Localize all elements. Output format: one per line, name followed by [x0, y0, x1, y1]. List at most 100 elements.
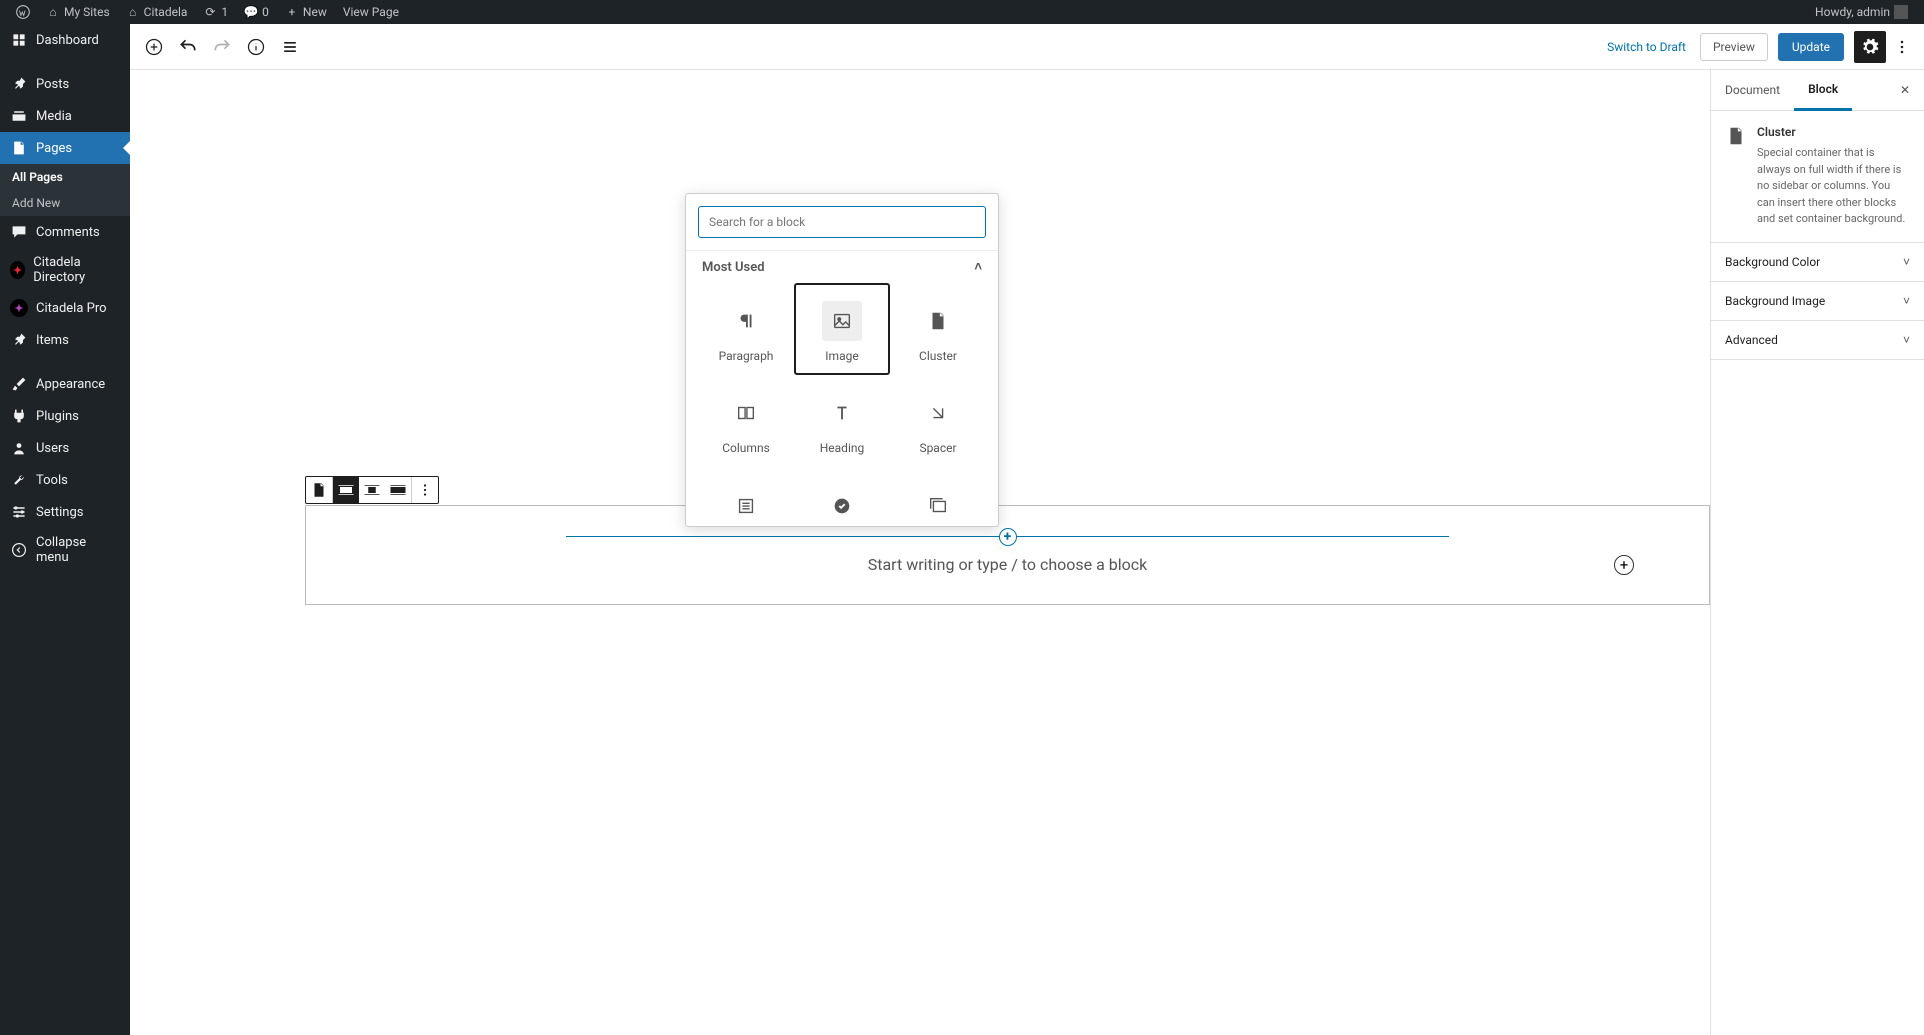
block-dir-items-list[interactable]: Directory Items List	[698, 468, 794, 526]
mysites-label: My Sites	[64, 5, 110, 19]
menu-dashboard[interactable]: Dashboard	[0, 24, 130, 56]
menu-posts[interactable]: Posts	[0, 68, 130, 100]
gallery-icon	[918, 486, 958, 526]
menu-tools[interactable]: Tools	[0, 464, 130, 496]
media-icon	[10, 107, 28, 125]
dashboard-icon	[10, 31, 28, 49]
pin-icon	[10, 75, 28, 93]
block-more-button[interactable]	[412, 477, 438, 503]
block-service[interactable]: Service	[794, 468, 890, 526]
howdy-link[interactable]: Howdy, admin	[1807, 0, 1916, 24]
wp-logo[interactable]	[8, 0, 38, 24]
block-toolbar	[305, 476, 439, 504]
cluster-block[interactable]: + Start writing or type / to choose a bl…	[305, 505, 1710, 605]
comments-count: 0	[262, 5, 269, 19]
cluster-icon	[1725, 125, 1747, 147]
menu-label: Appearance	[36, 377, 105, 392]
view-page-link[interactable]: View Page	[335, 0, 407, 24]
avatar	[1894, 5, 1908, 19]
outline-button[interactable]	[274, 31, 306, 63]
mysites-link[interactable]: ⌂ My Sites	[38, 0, 118, 24]
menu-plugins[interactable]: Plugins	[0, 400, 130, 432]
chevron-down-icon: ˅	[1903, 333, 1910, 347]
block-type-button[interactable]	[306, 477, 332, 503]
menu-media[interactable]: Media	[0, 100, 130, 132]
menu-appearance[interactable]: Appearance	[0, 368, 130, 400]
columns-icon	[726, 393, 766, 433]
block-gallery[interactable]: Gallery	[890, 468, 986, 526]
align-full-button[interactable]	[385, 477, 411, 503]
editor-canvas[interactable]: + Start writing or type / to choose a bl…	[130, 70, 1710, 1035]
sliders-icon	[10, 503, 28, 521]
howdy-label: Howdy, admin	[1815, 5, 1890, 19]
switch-to-draft-button[interactable]: Switch to Draft	[1595, 40, 1698, 54]
new-link[interactable]: +New	[277, 0, 335, 24]
insert-block-button[interactable]: +	[999, 528, 1017, 546]
site-link[interactable]: ⌂Citadela	[118, 0, 196, 24]
block-image[interactable]: Image	[794, 283, 890, 375]
menu-label: Posts	[36, 77, 69, 92]
undo-button[interactable]	[172, 31, 204, 63]
menu-citadela-pro[interactable]: ✦Citadela Pro	[0, 292, 130, 324]
panel-background-image[interactable]: Background Image˅	[1711, 282, 1924, 321]
menu-pages[interactable]: Pages	[0, 132, 130, 164]
panel-background-color[interactable]: Background Color˅	[1711, 243, 1924, 282]
heading-icon	[822, 393, 862, 433]
menu-items[interactable]: Items	[0, 324, 130, 356]
menu-label: Settings	[36, 505, 83, 520]
house-icon: ⌂	[46, 5, 60, 19]
updates-count: 1	[221, 5, 228, 19]
collapse-icon	[10, 541, 28, 559]
menu-label: Items	[36, 333, 69, 348]
category-most-used[interactable]: Most Used ˄	[698, 251, 986, 283]
more-options-button[interactable]	[1888, 31, 1916, 63]
update-button[interactable]: Update	[1778, 33, 1844, 61]
settings-panel: Document Block ✕ Cluster Special contain…	[1710, 70, 1924, 1035]
block-paragraph[interactable]: Paragraph	[698, 283, 794, 375]
citadela-dir-icon: ✦	[10, 261, 25, 279]
menu-label: Pages	[36, 141, 72, 156]
menu-label: Tools	[36, 473, 68, 488]
admin-sidebar: Dashboard Posts Media Pages All Pages Ad…	[0, 24, 130, 1035]
plugin-icon	[10, 407, 28, 425]
panel-advanced[interactable]: Advanced˅	[1711, 321, 1924, 360]
view-page-label: View Page	[343, 5, 399, 19]
submenu-add-new[interactable]: Add New	[0, 190, 130, 216]
submenu-all-pages[interactable]: All Pages	[0, 164, 130, 190]
menu-collapse[interactable]: Collapse menu	[0, 528, 130, 572]
add-block-button[interactable]	[138, 31, 170, 63]
block-inserter-popover: Most Used ˄ Paragraph Image Cluster Colu…	[685, 193, 999, 527]
block-cluster[interactable]: Cluster	[890, 283, 986, 375]
updates-link[interactable]: ⟳1	[195, 0, 236, 24]
close-icon: ✕	[1900, 83, 1910, 97]
inserter-scroll[interactable]: Most Used ˄ Paragraph Image Cluster Colu…	[686, 251, 998, 526]
block-columns[interactable]: Columns	[698, 375, 794, 467]
menu-comments[interactable]: Comments	[0, 216, 130, 248]
inline-add-block-button[interactable]: +	[1614, 555, 1634, 575]
preview-button[interactable]: Preview	[1700, 33, 1768, 61]
close-settings-button[interactable]: ✕	[1886, 73, 1924, 107]
align-center-button[interactable]	[359, 477, 385, 503]
block-heading[interactable]: Heading	[794, 375, 890, 467]
settings-toggle-button[interactable]	[1854, 31, 1886, 63]
wrench-icon	[10, 471, 28, 489]
menu-settings[interactable]: Settings	[0, 496, 130, 528]
menu-label: Citadela Pro	[36, 301, 107, 316]
info-button[interactable]	[240, 31, 272, 63]
menu-users[interactable]: Users	[0, 432, 130, 464]
refresh-icon: ⟳	[203, 5, 217, 19]
menu-citadela-directory[interactable]: ✦Citadela Directory	[0, 248, 130, 292]
insert-line: +	[566, 536, 1449, 537]
menu-label: Media	[36, 109, 72, 124]
tab-document[interactable]: Document	[1711, 71, 1794, 109]
block-spacer[interactable]: Spacer	[890, 375, 986, 467]
redo-button	[206, 31, 238, 63]
user-icon	[10, 439, 28, 457]
menu-label: Comments	[36, 225, 100, 240]
comments-link[interactable]: 💬0	[236, 0, 277, 24]
tab-block[interactable]: Block	[1794, 70, 1852, 111]
paragraph-placeholder[interactable]: Start writing or type / to choose a bloc…	[868, 555, 1148, 574]
block-search-input[interactable]	[698, 206, 986, 238]
align-wide-button[interactable]	[333, 477, 359, 503]
plus-icon: +	[285, 5, 299, 19]
